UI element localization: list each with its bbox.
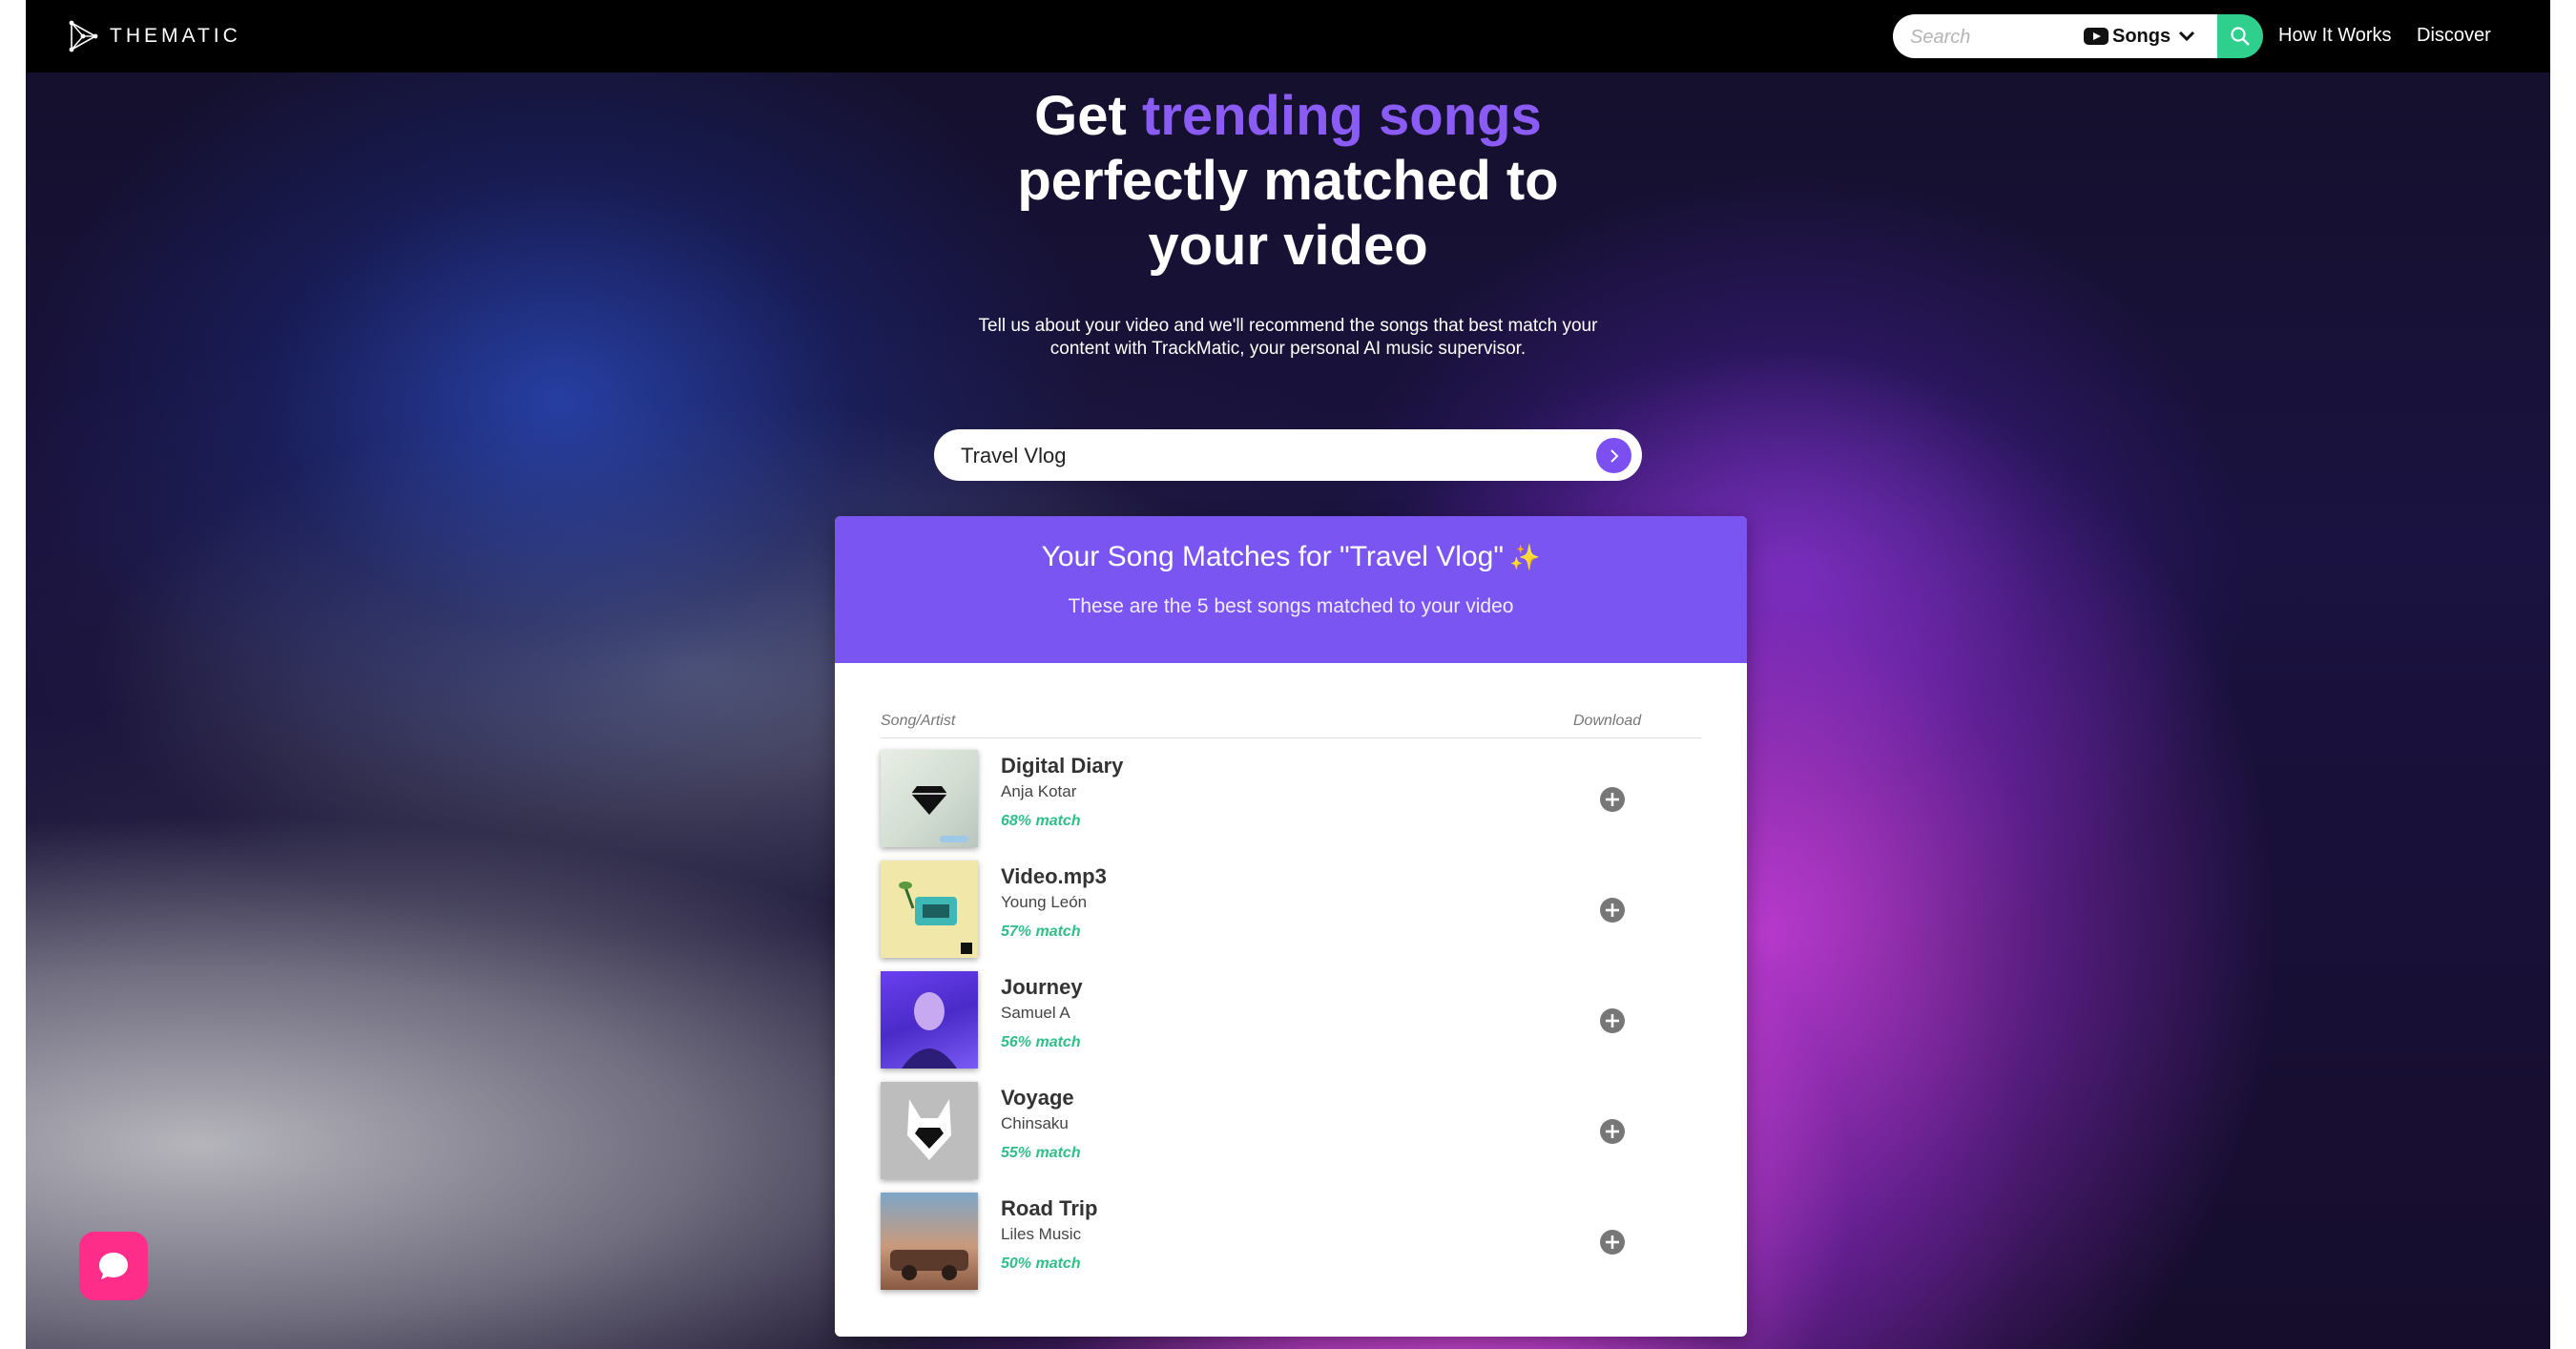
car-art-icon bbox=[890, 1250, 968, 1280]
search-input[interactable] bbox=[1908, 14, 2074, 60]
brand-logo[interactable]: THEMATIC bbox=[64, 17, 241, 55]
download-button[interactable] bbox=[1600, 787, 1625, 812]
song-artist: Young León bbox=[1001, 893, 1088, 911]
portrait-art-icon bbox=[902, 992, 957, 1069]
download-button[interactable] bbox=[1600, 1230, 1625, 1255]
hero-title-accent: trending songs bbox=[1141, 85, 1542, 147]
match-score: 55% match bbox=[1001, 1145, 1081, 1161]
match-score: 68% match bbox=[1001, 813, 1081, 829]
song-title[interactable]: Video.mp3 bbox=[1001, 864, 1107, 889]
hero-title: Get trending songs perfectly matched to … bbox=[954, 84, 1622, 279]
column-header-download: Download bbox=[1573, 713, 1642, 729]
thematic-logo-icon bbox=[69, 20, 98, 52]
song-title[interactable]: Voyage bbox=[1001, 1086, 1074, 1110]
song-matches-title: Your Song Matches for "Travel Vlog" ✨ bbox=[835, 541, 1747, 573]
download-button[interactable] bbox=[1600, 1008, 1625, 1033]
chevron-right-icon bbox=[1610, 448, 1618, 463]
column-header-song-artist: Song/Artist bbox=[881, 713, 956, 729]
match-score: 57% match bbox=[1001, 924, 1081, 940]
song-artist: Chinsaku bbox=[1001, 1114, 1069, 1132]
plus-circle-icon bbox=[1606, 903, 1619, 917]
song-artist: Liles Music bbox=[1001, 1225, 1082, 1243]
chat-icon bbox=[99, 1253, 128, 1279]
sparkles-icon: ✨ bbox=[1508, 543, 1541, 571]
song-matches-header: Your Song Matches for "Travel Vlog" ✨ The… bbox=[835, 516, 1747, 663]
song-matches-subtitle: These are the 5 best songs matched to yo… bbox=[1068, 595, 1514, 617]
search-button[interactable] bbox=[2217, 14, 2263, 58]
diamond-icon bbox=[911, 786, 968, 842]
album-cover bbox=[881, 750, 978, 847]
wolf-art-icon bbox=[907, 1099, 951, 1160]
song-row[interactable]: Voyage Chinsaku 55% match bbox=[881, 1082, 1701, 1187]
search-icon bbox=[2231, 27, 2250, 46]
brand-name: THEMATIC bbox=[110, 25, 241, 47]
match-score: 50% match bbox=[1001, 1256, 1081, 1272]
song-row[interactable]: Journey Samuel A 56% match bbox=[881, 971, 1701, 1076]
song-row[interactable]: Video.mp3 Young León 57% match bbox=[881, 861, 1701, 965]
source-label: Songs bbox=[2112, 25, 2171, 47]
album-cover bbox=[881, 1193, 978, 1290]
hero-title-word: Get bbox=[1034, 85, 1127, 147]
nav-link-discover[interactable]: Discover bbox=[2417, 25, 2491, 47]
plus-circle-icon bbox=[1606, 793, 1619, 806]
album-cover bbox=[881, 861, 978, 958]
song-row[interactable]: Road Trip Liles Music 50% match bbox=[881, 1193, 1701, 1297]
video-description-bar bbox=[934, 429, 1642, 483]
boombox-art-icon bbox=[899, 882, 972, 954]
plus-circle-icon bbox=[1606, 1014, 1619, 1027]
download-button[interactable] bbox=[1600, 898, 1625, 923]
search-box: Songs bbox=[1893, 14, 2217, 60]
song-matches-card: Your Song Matches for "Travel Vlog" ✨ The… bbox=[835, 516, 1747, 1337]
hero-title-rest: perfectly matched to your video bbox=[1017, 150, 1559, 277]
video-description-input[interactable] bbox=[959, 429, 1573, 483]
top-navbar: THEMATIC Songs How It Works Discove bbox=[26, 0, 2550, 73]
youtube-icon bbox=[2084, 28, 2109, 45]
album-cover bbox=[881, 1082, 978, 1179]
song-title[interactable]: Road Trip bbox=[1001, 1196, 1097, 1221]
song-row[interactable]: Digital Diary Anja Kotar 68% match bbox=[881, 750, 1701, 855]
page-background: THEMATIC Songs How It Works Discove bbox=[26, 0, 2550, 1349]
source-dropdown[interactable]: Songs bbox=[2084, 24, 2195, 49]
song-title[interactable]: Digital Diary bbox=[1001, 754, 1123, 778]
hero-subtitle: Tell us about your video and we'll recom… bbox=[978, 316, 1598, 359]
download-button[interactable] bbox=[1600, 1119, 1625, 1144]
plus-circle-icon bbox=[1606, 1125, 1619, 1138]
song-artist: Samuel A bbox=[1001, 1004, 1070, 1022]
header-divider bbox=[881, 737, 1701, 738]
submit-button[interactable] bbox=[1596, 438, 1631, 473]
match-score: 56% match bbox=[1001, 1034, 1081, 1050]
song-matches-title-text: Your Song Matches for "Travel Vlog" bbox=[1041, 541, 1504, 572]
album-cover bbox=[881, 971, 978, 1069]
chevron-down-icon bbox=[2179, 31, 2195, 42]
nav-link-how-it-works[interactable]: How It Works bbox=[2278, 25, 2392, 47]
song-artist: Anja Kotar bbox=[1001, 782, 1077, 800]
chat-button[interactable] bbox=[79, 1232, 148, 1300]
song-title[interactable]: Journey bbox=[1001, 975, 1083, 1000]
plus-circle-icon bbox=[1606, 1235, 1619, 1249]
